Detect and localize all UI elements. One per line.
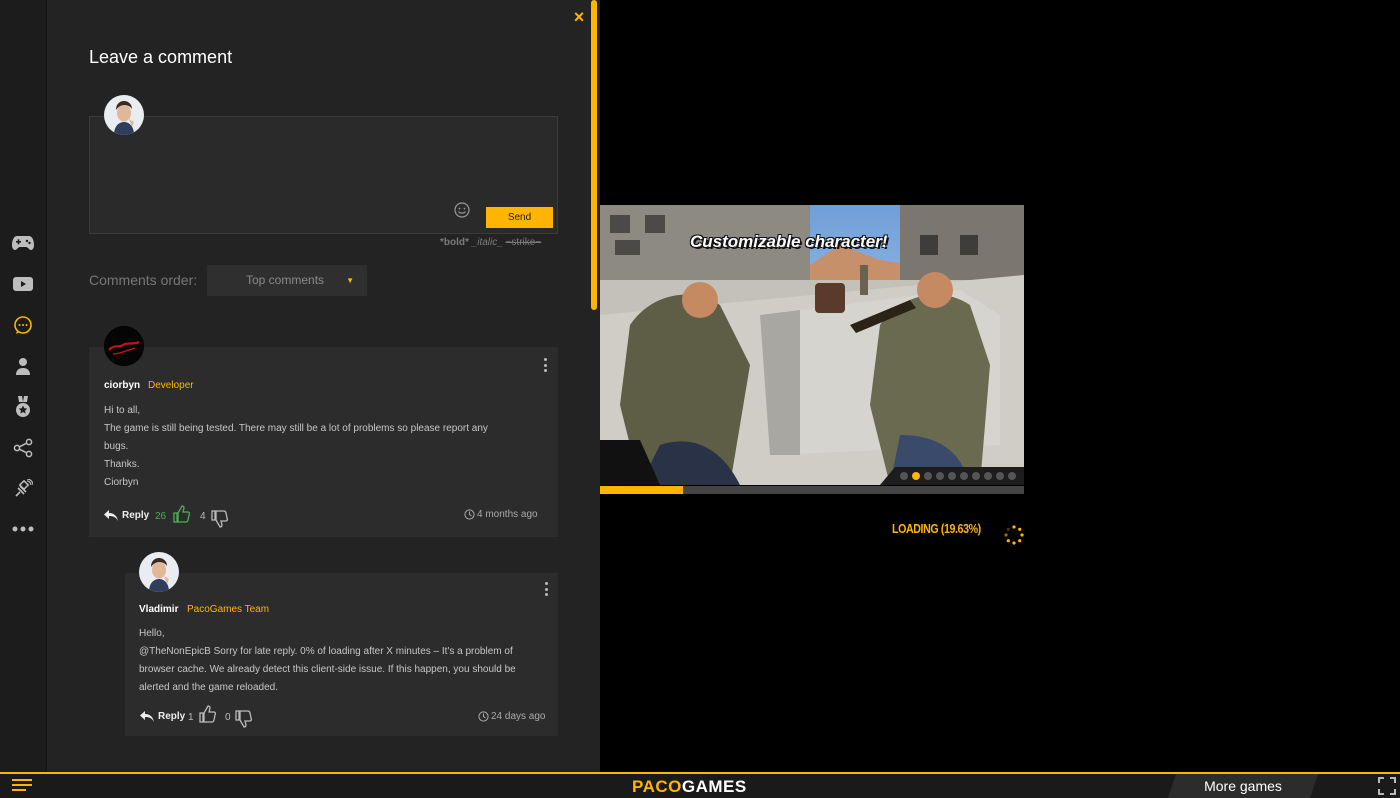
carousel-dot[interactable] bbox=[960, 472, 968, 480]
format-italic-hint: _italic_ bbox=[471, 237, 503, 248]
carousel-dot[interactable] bbox=[924, 472, 932, 480]
thumbs-up-icon[interactable] bbox=[172, 505, 190, 523]
dislike-count: 4 bbox=[200, 511, 206, 522]
share-icon[interactable] bbox=[8, 433, 38, 463]
like-count: 26 bbox=[155, 511, 167, 522]
logo-part-a: PACO bbox=[632, 777, 682, 796]
load-progress-track bbox=[600, 486, 1024, 494]
like-count: 1 bbox=[188, 712, 194, 723]
comment-text-line: Hi to all, bbox=[104, 405, 141, 416]
carousel-dot[interactable] bbox=[948, 472, 956, 480]
carousel-dot[interactable] bbox=[972, 472, 980, 480]
reply-button[interactable]: Reply bbox=[140, 711, 185, 722]
chevron-down-icon: ▼ bbox=[346, 276, 354, 285]
comment-menu-icon[interactable] bbox=[541, 358, 549, 372]
comment-text-line: The game is still being tested. There ma… bbox=[104, 423, 488, 434]
reply-text-line: browser cache. We already detect this cl… bbox=[139, 664, 516, 675]
more-games-button[interactable]: More games bbox=[1168, 774, 1318, 798]
logo-part-b: GAMES bbox=[681, 777, 747, 796]
thumbs-down-icon[interactable] bbox=[210, 510, 228, 528]
gamepad-icon[interactable] bbox=[8, 228, 38, 258]
reply-text-line: alerted and the game reloaded. bbox=[139, 682, 278, 693]
reply-icon bbox=[140, 711, 154, 722]
carousel-dot[interactable] bbox=[1008, 472, 1016, 480]
reply-menu-icon[interactable] bbox=[542, 582, 550, 596]
emoji-icon[interactable] bbox=[454, 202, 470, 218]
comment-time-text: 4 months ago bbox=[477, 509, 538, 520]
reply-label: Reply bbox=[158, 711, 186, 722]
comment-text-line: bugs. bbox=[104, 441, 129, 452]
format-bold-hint: *bold* bbox=[440, 237, 469, 248]
youtube-icon[interactable] bbox=[8, 269, 38, 299]
format-hints: *bold* _italic_ ~strike~ bbox=[440, 237, 541, 248]
dislike-count: 0 bbox=[225, 712, 231, 723]
comment-role-badge: Developer bbox=[148, 380, 194, 391]
reply-avatar bbox=[139, 552, 179, 592]
close-button[interactable]: × bbox=[570, 8, 588, 26]
reply-role-badge: PacoGames Team bbox=[187, 604, 270, 615]
bottom-bar: PACOGAMES More games bbox=[0, 772, 1400, 798]
game-caption: Customizable character! bbox=[690, 232, 888, 251]
reply-time-text: 24 days ago bbox=[491, 711, 546, 722]
carousel-dots bbox=[900, 472, 1016, 480]
carousel-dot[interactable] bbox=[900, 472, 908, 480]
current-user-avatar bbox=[104, 95, 144, 135]
send-button[interactable]: Send bbox=[486, 207, 553, 228]
load-progress-fill bbox=[600, 486, 684, 494]
app-root: × Leave a comment Send *bold* _italic_ ~… bbox=[0, 0, 1400, 798]
more-icon[interactable] bbox=[8, 514, 38, 544]
carousel-dot[interactable] bbox=[912, 472, 920, 480]
reply-author[interactable]: Vladimir bbox=[139, 604, 178, 615]
comments-order-label: Comments order: bbox=[89, 272, 198, 288]
pacogames-logo[interactable]: PACOGAMES bbox=[632, 777, 747, 797]
carousel-dot[interactable] bbox=[984, 472, 992, 480]
reply-button[interactable]: Reply bbox=[104, 510, 149, 521]
loading-text: LOADING (19.63%) bbox=[892, 521, 981, 536]
loading-spinner-icon bbox=[1004, 525, 1024, 545]
comments-order-value: Top comments bbox=[246, 273, 325, 287]
reply-icon bbox=[104, 510, 118, 521]
side-rail bbox=[0, 0, 47, 772]
carousel-dot[interactable] bbox=[996, 472, 1004, 480]
comment-time: 4 months ago bbox=[464, 509, 538, 520]
comment-author[interactable]: ciorbyn bbox=[104, 380, 140, 391]
panel-scrollbar[interactable] bbox=[591, 0, 597, 310]
satellite-icon[interactable] bbox=[8, 474, 38, 504]
thumbs-up-icon[interactable] bbox=[198, 705, 216, 723]
comment-text-line: Ciorbyn bbox=[104, 477, 139, 488]
comments-order-select[interactable]: Top comments ▼ bbox=[207, 265, 367, 296]
reply-time: 24 days ago bbox=[478, 711, 546, 722]
clock-icon bbox=[478, 711, 489, 722]
format-strike-hint: ~strike~ bbox=[505, 237, 542, 248]
fullscreen-icon[interactable] bbox=[1378, 777, 1396, 795]
reply-label: Reply bbox=[122, 510, 150, 521]
panel-title: Leave a comment bbox=[89, 47, 233, 67]
comments-icon[interactable] bbox=[8, 310, 38, 340]
medal-icon[interactable] bbox=[8, 392, 38, 422]
comment-avatar bbox=[104, 326, 144, 366]
thumbs-down-icon[interactable] bbox=[234, 710, 252, 728]
hamburger-menu-icon[interactable] bbox=[12, 779, 32, 793]
comment-text-line: Thanks. bbox=[104, 459, 140, 470]
user-icon[interactable] bbox=[8, 351, 38, 381]
reply-text-line: @TheNonEpicB Sorry for late reply. 0% of… bbox=[139, 646, 513, 657]
reply-text-line: Hello, bbox=[139, 628, 165, 639]
carousel-dot[interactable] bbox=[936, 472, 944, 480]
clock-icon bbox=[464, 509, 475, 520]
